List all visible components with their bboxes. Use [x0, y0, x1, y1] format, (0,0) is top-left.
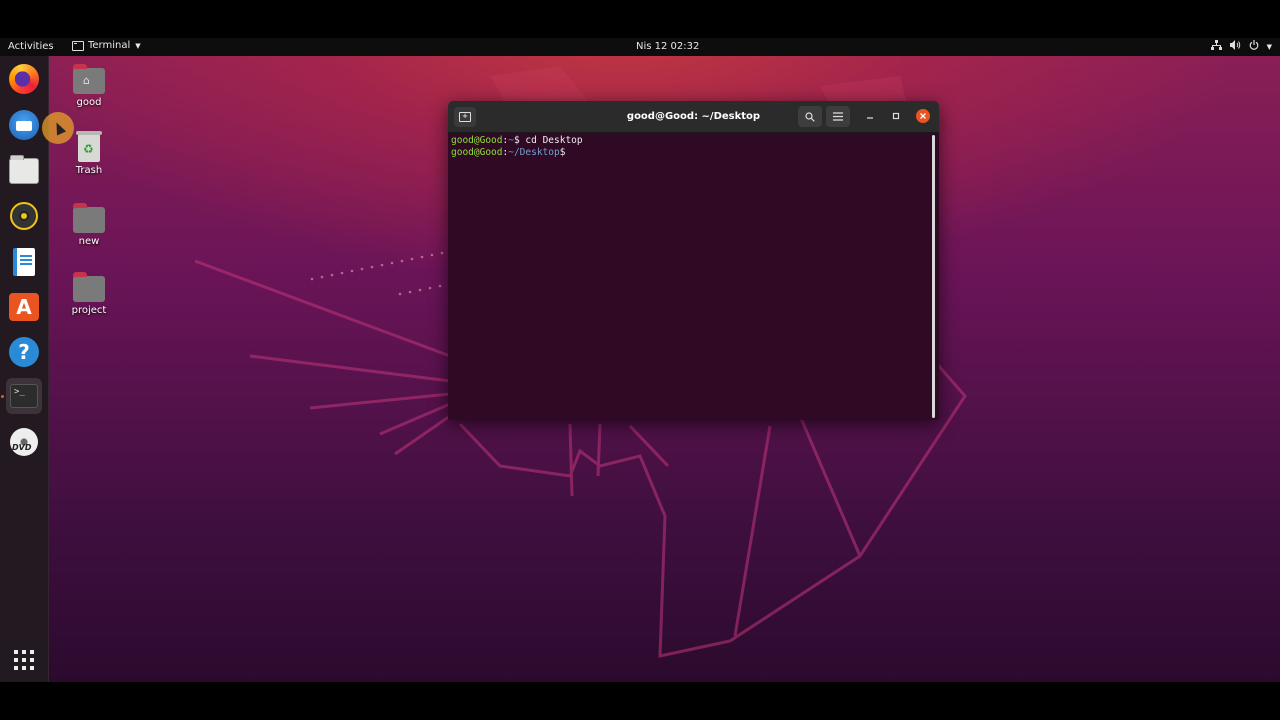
dvd-icon: DVD [10, 428, 38, 456]
dock-item-help[interactable]: ? [6, 334, 42, 370]
prompt-symbol: $ [513, 135, 526, 146]
minimize-icon [867, 117, 873, 119]
command-text: cd Desktop [525, 135, 583, 146]
system-menu-chevron-icon[interactable]: ▼ [1267, 41, 1272, 53]
desktop-icon-label: new [78, 236, 100, 247]
writer-icon [13, 248, 35, 276]
terminal-scrollbar[interactable] [932, 135, 935, 418]
minimize-button[interactable] [863, 109, 877, 123]
prompt-user: good@Good [451, 147, 503, 158]
search-button[interactable] [798, 106, 822, 127]
desktop-icon-good[interactable]: ⌂ good [59, 64, 119, 108]
dock-item-thunderbird[interactable] [6, 107, 42, 143]
software-icon: A [9, 293, 39, 321]
system-tray[interactable]: ▼ [1210, 40, 1272, 54]
power-icon[interactable] [1249, 40, 1259, 54]
app-menu-label: Terminal [88, 40, 131, 51]
thunderbird-icon [9, 110, 39, 140]
running-indicator [1, 395, 4, 398]
close-icon [920, 113, 926, 119]
desktop-icon-project[interactable]: project [59, 272, 119, 316]
folder-icon [73, 203, 105, 233]
desktop-icon-trash[interactable]: ♻ Trash [59, 131, 119, 176]
terminal-window[interactable]: good@Good: ~/Desktop + good@Good:~$ cd D… [448, 101, 939, 420]
network-icon[interactable] [1210, 40, 1222, 54]
terminal-app-icon [72, 40, 84, 51]
rhythmbox-icon [10, 202, 38, 230]
hamburger-icon [833, 112, 843, 121]
desktop-icon-label: good [76, 97, 102, 108]
terminal-line: good@Good:~$ cd Desktop [451, 135, 930, 147]
prompt-path: ~/Desktop [508, 147, 560, 158]
help-icon: ? [9, 337, 39, 367]
files-icon [9, 155, 39, 184]
dock: A ? >_ DVD [0, 56, 49, 682]
dock-item-terminal[interactable]: >_ [6, 378, 42, 414]
activities-button[interactable]: Activities [8, 41, 54, 52]
dock-item-software[interactable]: A [6, 289, 42, 325]
maximize-button[interactable] [889, 109, 903, 123]
folder-icon [73, 272, 105, 302]
new-tab-button[interactable]: + [454, 107, 476, 127]
prompt-user: good@Good [451, 135, 503, 146]
volume-icon[interactable] [1229, 40, 1241, 54]
dock-item-dvd[interactable]: DVD [6, 424, 42, 460]
letterbox-top [0, 0, 1280, 38]
terminal-header-bar[interactable]: good@Good: ~/Desktop + [448, 101, 939, 133]
chevron-down-icon: ▼ [135, 41, 141, 50]
desktop-icon-label: project [71, 305, 107, 316]
desktop-icon-new[interactable]: new [59, 203, 119, 247]
firefox-icon [9, 64, 39, 94]
dock-item-firefox[interactable] [6, 61, 42, 97]
dock-item-rhythmbox[interactable] [6, 198, 42, 234]
hamburger-menu-button[interactable] [826, 106, 850, 127]
new-tab-icon: + [459, 112, 471, 122]
dock-item-files[interactable] [6, 153, 42, 189]
home-folder-icon: ⌂ [73, 64, 105, 94]
letterbox-bottom [0, 682, 1280, 720]
desktop-icon-label: Trash [75, 165, 103, 176]
app-menu[interactable]: Terminal ▼ [72, 40, 141, 51]
close-button[interactable] [916, 109, 930, 123]
terminal-icon: >_ [10, 384, 38, 408]
search-icon [805, 111, 815, 122]
dvd-icon-label: DVD [12, 443, 32, 452]
terminal-line: good@Good:~/Desktop$ [451, 147, 930, 159]
top-bar: Activities Terminal ▼ Nis 12 02:32 ▼ [0, 38, 1280, 56]
prompt-symbol: $ [559, 147, 566, 158]
clock[interactable]: Nis 12 02:32 [636, 41, 699, 52]
show-applications-button[interactable] [14, 650, 34, 670]
terminal-output[interactable]: good@Good:~$ cd Desktop good@Good:~/Desk… [448, 133, 933, 420]
maximize-icon [892, 112, 900, 120]
trash-icon: ♻ [76, 131, 102, 162]
dock-item-writer[interactable] [6, 244, 42, 280]
